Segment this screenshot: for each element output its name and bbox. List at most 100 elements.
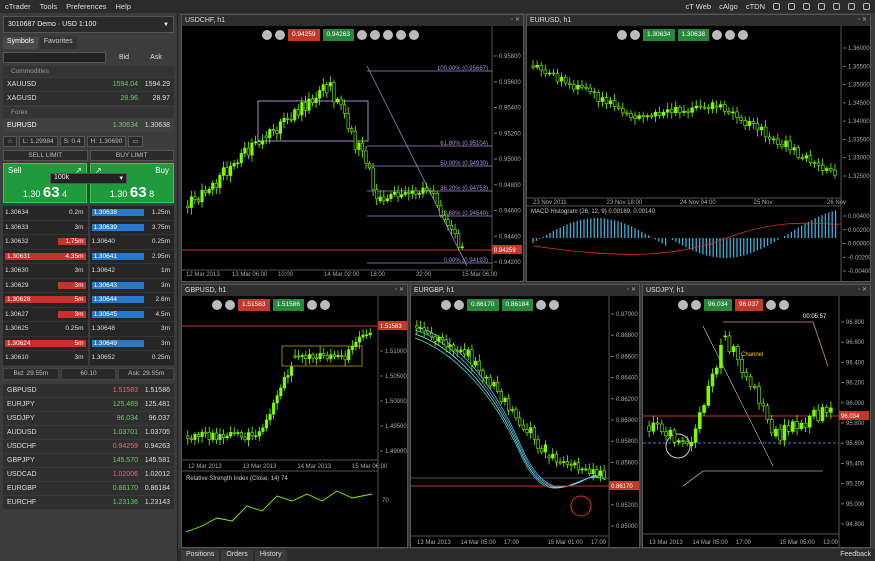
dom-bid-row[interactable]: 1.30627 3m (3, 307, 88, 322)
candle (588, 87, 592, 92)
account-selector[interactable]: 3010687 Demo · USD 1:100 ▼ (3, 16, 174, 33)
candle (264, 135, 268, 139)
quantity-input[interactable]: 100k ▾ (50, 173, 127, 184)
symbol-row[interactable]: USDCHF 0.94259 0.94263 (3, 439, 174, 454)
candle (825, 168, 829, 171)
candle (360, 142, 364, 152)
tab-favorites[interactable]: Favorites (39, 37, 77, 49)
chart-usdchf[interactable]: USDCHF, h1 ▫ ✕ 0.94259 0.94263 0.95800 0.9… (181, 14, 524, 282)
dom-bid-row[interactable]: 1.30624 5m (3, 336, 88, 351)
menu-bar: cTrader Tools Preferences Help cT Web cA… (0, 0, 875, 13)
last-price-tag: 1.51583 (380, 324, 402, 330)
dom-bid-row[interactable]: 1.30625 0.25m (3, 322, 88, 337)
selected-symbol-row[interactable]: EURUSD 1.30634 1.30638 (3, 119, 174, 133)
window-controls-icon[interactable]: ▫ ✕ (511, 15, 520, 26)
section-forex[interactable]: Forex (3, 107, 174, 118)
symbol-row[interactable]: EURCHF 1.23136 1.23143 (3, 495, 174, 510)
candle (442, 215, 446, 220)
dom-ask-row[interactable]: 1.30640 0.25m (89, 235, 174, 250)
layout-icon[interactable] (773, 3, 780, 10)
chart-icon[interactable]: ▭ (128, 135, 143, 147)
candle (499, 391, 503, 402)
menu-help[interactable]: Help (116, 2, 131, 11)
tab-positions[interactable]: Positions (181, 550, 220, 561)
sell-limit-button[interactable]: SELL LIMIT (3, 149, 88, 161)
window-controls-icon[interactable]: ▫ ✕ (627, 285, 636, 296)
window-controls-icon[interactable]: ▫ ✕ (395, 285, 404, 296)
symbol-row[interactable]: AUDUSD 1.03701 1.03705 (3, 425, 174, 440)
candle (453, 229, 457, 234)
dom-bid-row[interactable]: 1.30628 5m (3, 293, 88, 308)
dom-bid-row[interactable]: 1.30630 3m (3, 264, 88, 279)
candle (257, 141, 261, 145)
menu-tools[interactable]: Tools (40, 2, 58, 11)
dom-ask-row[interactable]: 1.30641 2.95m (89, 249, 174, 264)
symbol-row[interactable]: XAGUSD 28.96 28.97 (3, 92, 174, 106)
candle (600, 97, 605, 102)
ask-price: 1.02012 (144, 470, 170, 478)
candle (422, 327, 426, 332)
candle (222, 433, 226, 439)
close-icon[interactable] (863, 3, 870, 10)
feedback-link[interactable]: Feedback (835, 550, 875, 561)
candle (714, 367, 719, 375)
dom-bid-row[interactable]: 1.30610 3m (3, 351, 88, 366)
star-icon[interactable]: ☆ (3, 135, 17, 147)
dom-bid-row[interactable]: 1.30634 0.2m (3, 206, 88, 221)
symbol-row[interactable]: XAUUSD 1594.04 1594.29 (3, 78, 174, 92)
candle (559, 76, 564, 82)
minimize-icon[interactable] (833, 3, 840, 10)
symbol-row[interactable]: USDJPY 96.034 96.037 (3, 411, 174, 426)
dom-bid-row[interactable]: 1.30631 4.35m (3, 249, 88, 264)
candle (584, 86, 588, 89)
dom-ask-row[interactable]: 1.30642 1m (89, 264, 174, 279)
chart-eurusd[interactable]: EURUSD, h1 ▫ ✕ 1.30634 1.30638 1.36000 1.3… (526, 14, 871, 282)
symbol-row[interactable]: USDCAD 1.02006 1.02012 (3, 467, 174, 482)
buy-limit-button[interactable]: BUY LIMIT (89, 149, 174, 161)
bell-icon[interactable] (803, 3, 810, 10)
chart-eurgbp[interactable]: EURGBP, h1 ▫ ✕ 0.86170 0.86184 0.87000 0.8… (410, 284, 640, 548)
chart-title: GBPUSD, h1 (185, 287, 227, 294)
tab-symbols[interactable]: Symbols (3, 37, 38, 49)
symbol-row[interactable]: GBPJPY 145.570 145.581 (3, 453, 174, 468)
symbol-row[interactable]: GBPUSD 1.51583 1.51586 (3, 383, 174, 398)
maximize-icon[interactable] (848, 3, 855, 10)
chart-usdjpy[interactable]: USDJPY, h1 ▫ ✕ 96.034 96.037 96.800 96.600… (642, 284, 871, 548)
symbol-row[interactable]: EURJPY 125.469 125.481 (3, 397, 174, 412)
ct-web-link[interactable]: cT Web (685, 2, 711, 11)
dom-price: 1.30630 (5, 267, 29, 275)
window-controls-icon[interactable]: ▫ ✕ (858, 285, 867, 296)
dom-ask-row[interactable]: 1.30639 3.75m (89, 220, 174, 235)
candle (723, 104, 727, 112)
dom-bid-row[interactable]: 1.30629 3m (3, 278, 88, 293)
dom-volume: 4.5m (155, 310, 170, 318)
dom-ask-row[interactable]: 1.30645 4.5m (89, 307, 174, 322)
settings-icon[interactable] (788, 3, 795, 10)
candle (532, 427, 536, 440)
menu-preferences[interactable]: Preferences (66, 2, 106, 11)
candle (698, 105, 703, 108)
tab-orders[interactable]: Orders (221, 550, 253, 561)
candle (496, 381, 500, 392)
symbol-search-input[interactable] (3, 52, 106, 63)
chart-gbpusd[interactable]: GBPUSD, h1▫ ✕ 1.51583 1.51586 1.515001.5… (181, 284, 408, 548)
dom-bid-row[interactable]: 1.30632 1.75m (3, 235, 88, 250)
dom-ask-row[interactable]: 1.30643 3m (89, 278, 174, 293)
dom-bid-row[interactable]: 1.30633 3m (3, 220, 88, 235)
dom-ask-row[interactable]: 1.30649 3m (89, 336, 174, 351)
candle (189, 438, 193, 440)
candle (275, 395, 279, 404)
tab-history[interactable]: History (254, 550, 287, 561)
ctdn-link[interactable]: cTDN (746, 2, 765, 11)
dom-ask-row[interactable]: 1.30648 3m (89, 322, 174, 337)
dom-ask-row[interactable]: 1.30638 1.25m (89, 206, 174, 221)
app-menu[interactable]: cTrader (5, 2, 31, 11)
chat-icon[interactable] (818, 3, 825, 10)
section-commodities[interactable]: Commodities (3, 66, 174, 77)
symbol-row[interactable]: EURGBP 0.86170 0.86184 (3, 481, 174, 496)
candle (540, 448, 544, 453)
dom-ask-row[interactable]: 1.30652 0.25m (89, 351, 174, 366)
dom-ask-row[interactable]: 1.30644 2.6m (89, 293, 174, 308)
calgo-link[interactable]: cAlgo (719, 2, 738, 11)
window-controls-icon[interactable]: ▫ ✕ (858, 15, 867, 26)
